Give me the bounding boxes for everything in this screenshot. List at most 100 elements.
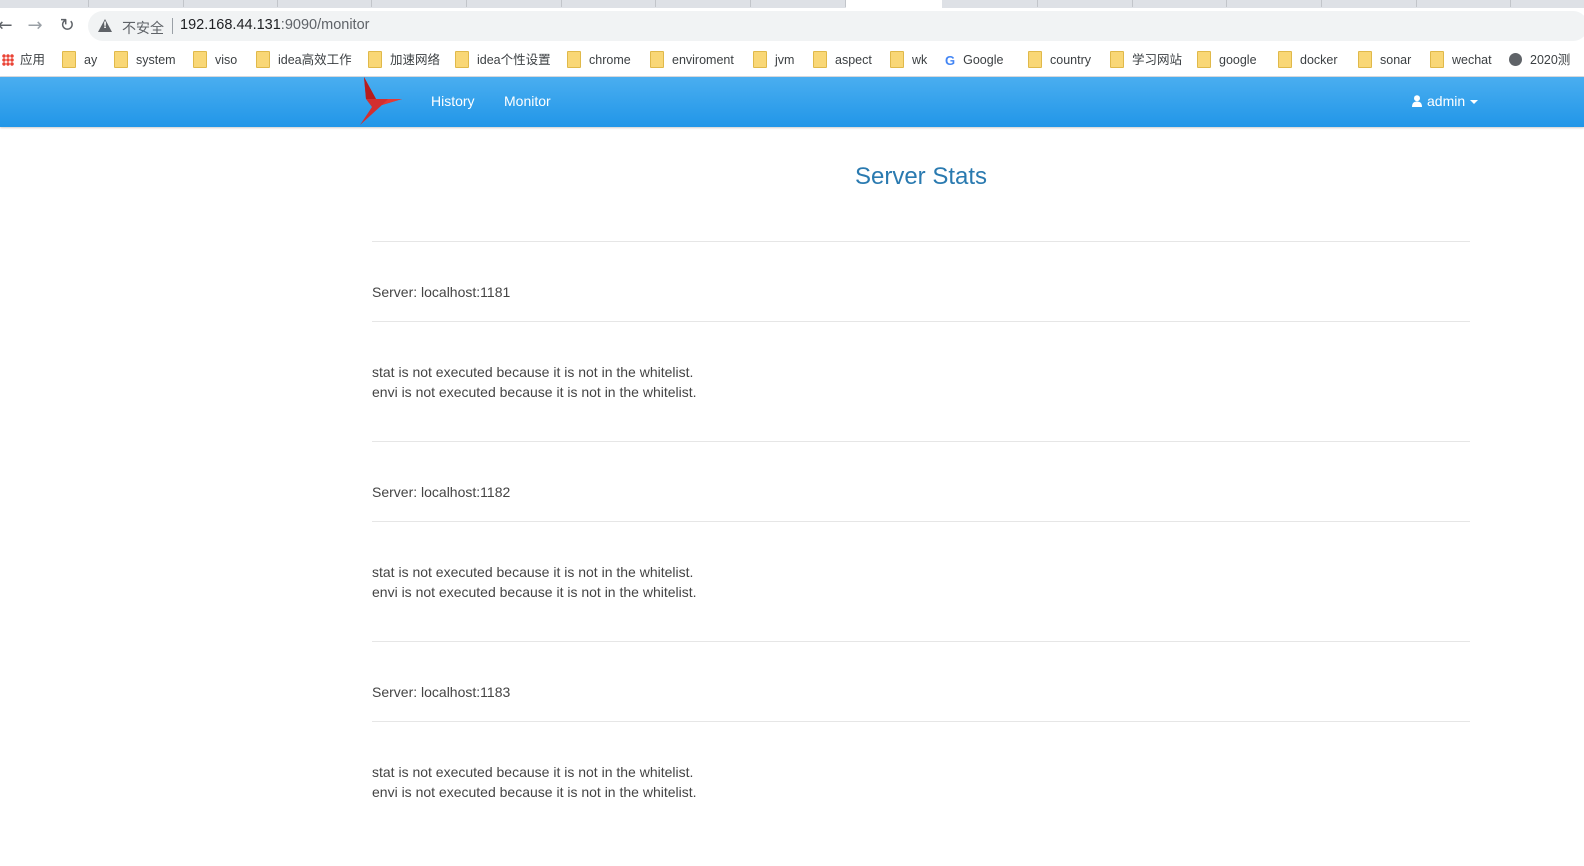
bookmark-folder[interactable]: ay: [62, 50, 97, 70]
divider: [372, 521, 1470, 522]
bookmark-folder[interactable]: country: [1028, 50, 1091, 70]
bookmark-label: 加速网络: [390, 53, 441, 67]
bookmark-label: Google: [963, 53, 1004, 67]
bookmark-folder[interactable]: wechat: [1430, 50, 1492, 70]
bookmark-label: ay: [84, 53, 98, 67]
browser-tab[interactable]: [1037, 0, 1133, 7]
stat-message: stat is not executed because it is not i…: [372, 764, 694, 780]
bookmark-label: viso: [215, 53, 238, 67]
folder-icon: [890, 51, 904, 69]
bookmark-label: sonar: [1380, 53, 1412, 67]
envi-message: envi is not executed because it is not i…: [372, 384, 697, 400]
bookmark-folder[interactable]: idea个性设置: [455, 50, 551, 70]
user-name: admin: [1427, 93, 1466, 109]
forward-icon[interactable]: →: [24, 15, 46, 37]
google-icon: G: [945, 52, 956, 68]
globe-icon: [1509, 53, 1522, 67]
page-title: Server Stats: [854, 163, 988, 190]
browser-tab-active[interactable]: [846, 0, 942, 8]
address-bar[interactable]: 不安全 192.168.44.131:9090/monitor: [88, 11, 1584, 41]
bookmark-label: jvm: [775, 53, 795, 67]
folder-icon: [650, 51, 664, 69]
bookmark-folder[interactable]: docker: [1278, 50, 1338, 70]
bookmark-folder[interactable]: google: [1197, 50, 1257, 70]
nav-history[interactable]: History: [431, 93, 475, 109]
folder-icon: [1358, 51, 1372, 69]
bookmark-folder[interactable]: 加速网络: [368, 50, 440, 70]
browser-tab[interactable]: [1321, 0, 1417, 7]
bookmark-label: 应用: [20, 53, 46, 67]
folder-icon: [114, 51, 128, 69]
bookmark-folder[interactable]: chrome: [567, 50, 631, 70]
browser-tab[interactable]: [942, 0, 1038, 7]
bookmark-label: wechat: [1452, 53, 1492, 67]
folder-icon: [256, 51, 270, 69]
url-text[interactable]: 192.168.44.131:9090/monitor: [180, 17, 369, 33]
browser-toolbar: ← → ↻ 不安全 192.168.44.131:9090/monitor: [0, 8, 1584, 44]
stat-message: stat is not executed because it is not i…: [372, 564, 694, 580]
browser-tab[interactable]: [655, 0, 751, 7]
browser-tab[interactable]: [371, 0, 467, 7]
bookmark-folder[interactable]: enviroment: [650, 50, 734, 70]
bookmark-folder[interactable]: jvm: [753, 50, 794, 70]
divider: [372, 441, 1470, 442]
divider: [372, 321, 1470, 322]
bookmark-label: idea个性设置: [477, 53, 551, 67]
browser-tab[interactable]: [0, 0, 89, 7]
insecure-label[interactable]: 不安全: [122, 18, 164, 38]
folder-icon: [368, 51, 382, 69]
bookmark-label: idea高效工作: [278, 53, 352, 67]
divider: [372, 241, 1470, 242]
bookmark-folder[interactable]: viso: [193, 50, 237, 70]
server-label: Server: localhost:1182: [372, 484, 511, 500]
folder-icon: [1028, 51, 1042, 69]
browser-tab[interactable]: [1132, 0, 1227, 7]
browser-tab-strip: [0, 0, 1584, 8]
server-messages: stat is not executed because it is not i…: [372, 762, 697, 802]
browser-tab[interactable]: [1416, 0, 1511, 7]
bookmark-folder[interactable]: system: [114, 50, 176, 70]
bookmark-link[interactable]: 2020测: [1509, 50, 1570, 70]
bird-logo-icon[interactable]: [358, 77, 404, 125]
folder-icon: [1110, 51, 1124, 69]
bookmark-folder[interactable]: aspect: [813, 50, 872, 70]
divider: [372, 641, 1470, 642]
bookmark-label: aspect: [835, 53, 872, 67]
bookmark-label: google: [1219, 53, 1257, 67]
bookmark-label: wk: [912, 53, 928, 67]
bookmark-folder[interactable]: idea高效工作: [256, 50, 352, 70]
app-navbar: History Monitor admin: [0, 77, 1584, 127]
warning-icon[interactable]: [98, 19, 112, 32]
folder-icon: [567, 51, 581, 69]
bookmark-label: enviroment: [672, 53, 734, 67]
browser-tab[interactable]: [183, 0, 278, 7]
bookmark-google[interactable]: G Google: [945, 50, 1003, 70]
bookmark-label: 2020测: [1530, 53, 1571, 67]
browser-tab[interactable]: [466, 0, 562, 7]
folder-icon: [1278, 51, 1292, 69]
bookmark-label: chrome: [589, 53, 631, 67]
folder-icon: [813, 51, 827, 69]
bookmark-label: country: [1050, 53, 1091, 67]
chevron-down-icon: [1470, 100, 1479, 105]
bookmark-folder[interactable]: sonar: [1358, 50, 1411, 70]
server-messages: stat is not executed because it is not i…: [372, 362, 697, 402]
stat-message: stat is not executed because it is not i…: [372, 364, 694, 380]
server-messages: stat is not executed because it is not i…: [372, 562, 697, 602]
reload-icon[interactable]: ↻: [56, 15, 78, 37]
back-icon[interactable]: ←: [0, 15, 16, 37]
browser-tab[interactable]: [750, 0, 846, 7]
browser-tab[interactable]: [1226, 0, 1322, 7]
folder-icon: [193, 51, 207, 69]
url-path: :9090/monitor: [280, 17, 370, 33]
browser-tab[interactable]: [277, 0, 372, 7]
bookmark-label: system: [136, 53, 176, 67]
bookmark-folder[interactable]: wk: [890, 50, 927, 70]
bookmarks-bar: 应用 ay system viso idea高效工作 加速网络 idea个性设置…: [0, 44, 1584, 77]
browser-tab[interactable]: [561, 0, 656, 7]
browser-tab[interactable]: [88, 0, 184, 7]
nav-monitor[interactable]: Monitor: [504, 93, 551, 109]
user-menu[interactable]: admin: [1412, 93, 1479, 109]
bookmark-folder[interactable]: 学习网站: [1110, 50, 1182, 70]
bookmark-apps[interactable]: 应用: [2, 50, 45, 70]
